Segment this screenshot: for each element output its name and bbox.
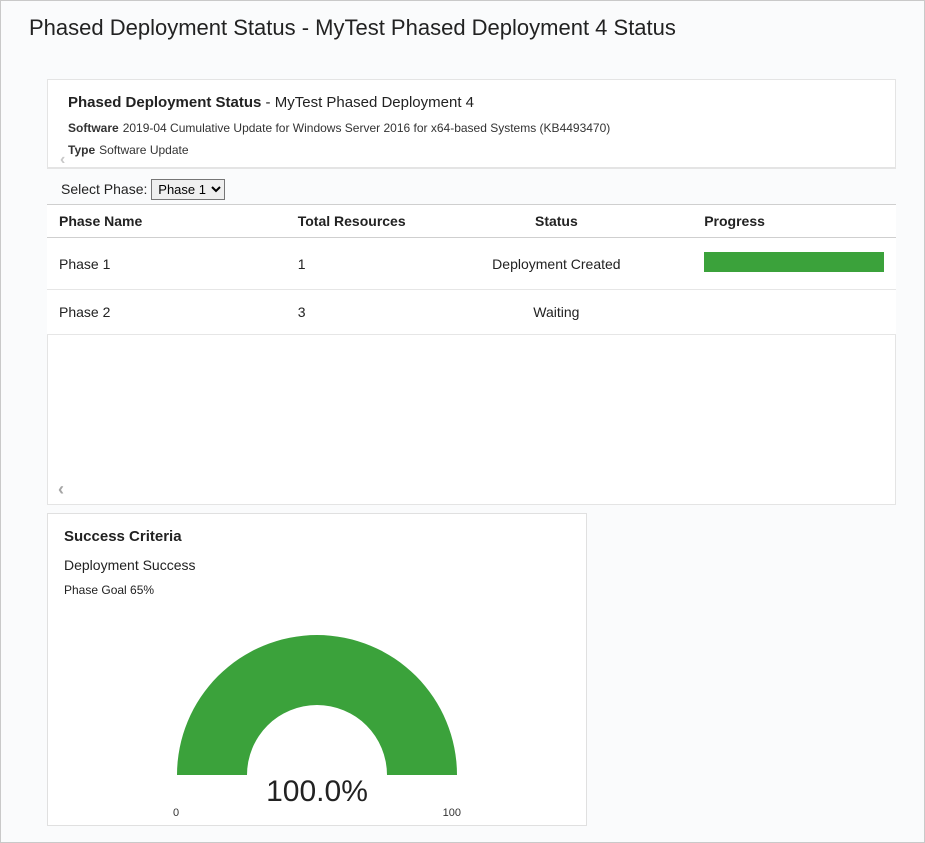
cell-progress: [692, 290, 896, 335]
col-header-status[interactable]: Status: [421, 205, 693, 238]
phase-table-wrap: Phase Name Total Resources Status Progre…: [47, 204, 896, 505]
cell-phase-name: Phase 2: [47, 290, 268, 335]
cell-phase-name: Phase 1: [47, 238, 268, 290]
chevron-left-icon[interactable]: ‹: [60, 151, 65, 169]
panel-title-sep: -: [261, 94, 274, 111]
phased-deployment-status-page: Phased Deployment Status - MyTest Phased…: [0, 0, 925, 843]
criteria-subtitle: Deployment Success: [64, 557, 570, 573]
gauge-chart: 100.0% 0 100: [137, 615, 497, 815]
cell-status: Waiting: [421, 290, 693, 335]
cell-progress: [692, 238, 896, 290]
cell-status: Deployment Created: [421, 238, 693, 290]
chevron-left-icon[interactable]: ‹: [58, 479, 64, 500]
table-header-row: Phase Name Total Resources Status Progre…: [47, 205, 896, 238]
software-line: Software 2019-04 Cumulative Update for Wi…: [68, 121, 875, 135]
summary-panel: Phased Deployment Status - MyTest Phased…: [47, 79, 896, 169]
panel-title-bold: Phased Deployment Status: [68, 94, 261, 111]
page-title: Phased Deployment Status - MyTest Phased…: [1, 1, 924, 55]
col-header-resources[interactable]: Total Resources: [268, 205, 421, 238]
type-label: Type: [68, 143, 95, 157]
col-header-progress[interactable]: Progress: [692, 205, 896, 238]
panel-title-rest: MyTest Phased Deployment 4: [275, 94, 474, 111]
criteria-goal: Phase Goal 65%: [64, 583, 570, 597]
cell-total-resources: 3: [268, 290, 421, 335]
type-value: Software Update: [99, 143, 188, 157]
software-value: 2019-04 Cumulative Update for Windows Se…: [123, 121, 611, 135]
table-row[interactable]: Phase 11Deployment Created: [47, 238, 896, 290]
gauge-value: 100.0%: [137, 775, 497, 809]
phase-table: Phase Name Total Resources Status Progre…: [47, 204, 896, 335]
table-empty-area: ‹: [47, 335, 896, 505]
progress-bar: [704, 252, 884, 272]
success-criteria-card: Success Criteria Deployment Success Phas…: [47, 513, 587, 826]
summary-panel-header: Phased Deployment Status - MyTest Phased…: [48, 80, 895, 168]
phase-select-line: Select Phase: Phase 1Phase 2: [61, 179, 896, 200]
table-row[interactable]: Phase 23Waiting: [47, 290, 896, 335]
criteria-title: Success Criteria: [64, 528, 570, 545]
col-header-name[interactable]: Phase Name: [47, 205, 268, 238]
panel-title: Phased Deployment Status - MyTest Phased…: [68, 94, 875, 111]
gauge-scale-min: 0: [173, 807, 179, 819]
gauge-scale-max: 100: [443, 807, 461, 819]
type-line: Type Software Update: [68, 143, 875, 157]
cell-total-resources: 1: [268, 238, 421, 290]
phase-select[interactable]: Phase 1Phase 2: [151, 179, 225, 200]
software-label: Software: [68, 121, 119, 135]
select-phase-label: Select Phase:: [61, 181, 147, 197]
gauge-arc: [177, 635, 457, 775]
gauge-svg: [157, 615, 477, 785]
